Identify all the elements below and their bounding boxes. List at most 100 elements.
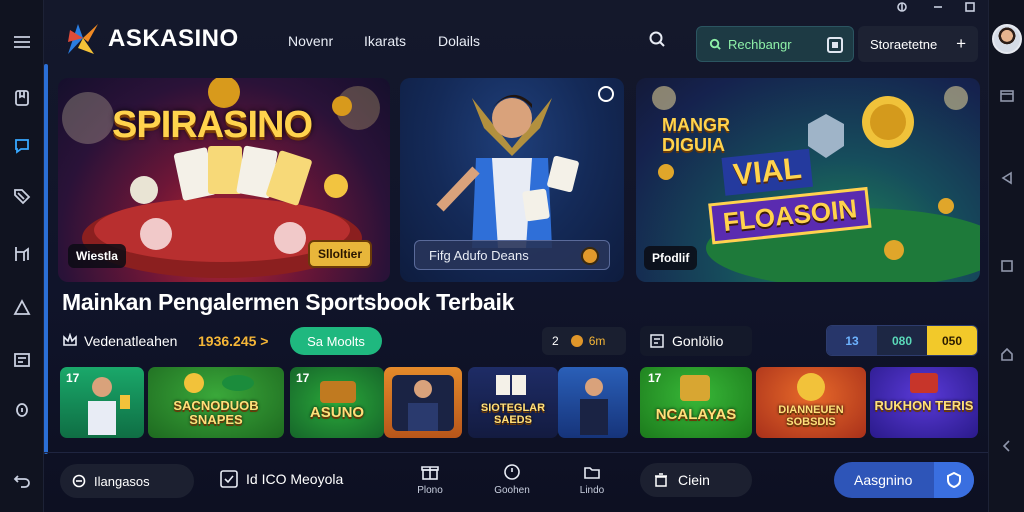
banner-vial[interactable]: MANGR DIGUIA VIAL FLOASOIN Pfodlif: [636, 78, 980, 282]
nav-item-novenr[interactable]: Novenr: [288, 33, 333, 49]
banner3-title-line2: FLOASOIN: [708, 186, 872, 245]
stop-icon[interactable]: [827, 37, 843, 53]
plus-icon[interactable]: +: [956, 34, 966, 54]
right-rail: [988, 0, 1024, 512]
nav-item-ikarats[interactable]: Ikarats: [364, 33, 406, 49]
bottom-nav-plono[interactable]: Plono: [400, 462, 460, 502]
bottom-nav-label: Lindo: [579, 485, 605, 496]
search-small-icon: [709, 38, 721, 50]
triangle-left-icon[interactable]: [997, 168, 1017, 188]
game-tile[interactable]: 17 ASUNO: [290, 367, 384, 438]
language-label: Ilangasos: [94, 473, 150, 489]
bookmark-icon[interactable]: [8, 84, 36, 112]
book-icon[interactable]: [8, 240, 36, 268]
minimize-icon[interactable]: [930, 0, 946, 14]
stat-arrow[interactable]: >: [260, 333, 268, 349]
banner3-tag[interactable]: Pfodlif: [644, 246, 698, 270]
odds-segments[interactable]: 13 080 050: [826, 325, 978, 356]
coin-icon: [570, 335, 583, 347]
game-tile[interactable]: 17 NCALAYAS: [640, 367, 752, 438]
banner3-title-line1: VIAL: [721, 148, 814, 196]
console-icon: [650, 334, 664, 348]
chevron-left-icon[interactable]: [997, 436, 1017, 456]
avatar[interactable]: [992, 24, 1022, 54]
folder-icon: [584, 467, 600, 479]
slot-tag[interactable]: Slloltier: [308, 240, 373, 268]
clear-label: Ciein: [678, 472, 710, 488]
banner3-subtitle: MANGR DIGUIA: [662, 115, 730, 155]
status-label: Storaetetne: [870, 36, 938, 52]
mini-right-value: 6m: [588, 334, 606, 348]
window-icon[interactable]: [997, 86, 1017, 106]
player-figure: [88, 377, 130, 435]
game-tile[interactable]: SIOTEGLAR SAEDS: [468, 367, 558, 438]
menu-icon[interactable]: [8, 28, 36, 56]
back-icon[interactable]: [8, 466, 36, 494]
game-tile[interactable]: 17: [60, 367, 144, 438]
bottom-nav-lindo[interactable]: Lindo: [562, 462, 622, 502]
stat-label: Vedenatleahen: [84, 333, 178, 349]
brand-logo[interactable]: ASKASINO: [64, 20, 239, 58]
clock-icon: [504, 464, 520, 480]
game-tile[interactable]: [384, 367, 462, 438]
stat-value: 1936.245 >: [198, 333, 268, 349]
tile-title: DIANNEUEN SOBSDIS: [778, 404, 844, 428]
language-button[interactable]: Ilangasos: [60, 464, 194, 498]
assign-button[interactable]: Aasgnino: [834, 462, 974, 498]
bottom-nav-label: Plono: [417, 485, 443, 496]
search-icon[interactable]: [648, 30, 670, 52]
green-action-button[interactable]: Sa Moolts: [290, 327, 382, 355]
bottom-nav-label: Goohen: [494, 485, 530, 496]
status-button[interactable]: Storaetetne +: [858, 26, 978, 62]
flower-icon[interactable]: [8, 396, 36, 424]
square-icon[interactable]: [997, 256, 1017, 276]
banner-spirasino[interactable]: SPIRASINO Wiestla Slloltier: [58, 78, 390, 282]
banner-player[interactable]: Fifg Adufo Deans: [400, 78, 624, 282]
settings-icon[interactable]: [894, 0, 910, 14]
info-icon[interactable]: [598, 86, 614, 102]
banner-tag[interactable]: Wiestla: [68, 244, 126, 268]
bottom-nav-goohen[interactable]: Goohen: [482, 462, 542, 502]
game-tile[interactable]: RUKHON TERIS: [870, 367, 978, 438]
page-title: Mainkan Pengalermen Sportsbook Terbaik: [62, 289, 515, 315]
refresh-label: Rechbangr: [728, 36, 792, 52]
nav-item-dolails[interactable]: Dolails: [438, 33, 480, 49]
chat-icon[interactable]: [8, 132, 36, 160]
checkbox-label: Id ICO Meoyola: [246, 471, 344, 487]
mini-left-value: 2: [552, 334, 559, 348]
left-rail: [0, 0, 44, 512]
checkbox-icon[interactable]: [220, 470, 238, 488]
refresh-button[interactable]: Rechbangr: [696, 26, 854, 62]
mini-counter[interactable]: 2 6m: [542, 327, 626, 355]
globe-icon: [72, 474, 86, 488]
player-figure: [392, 375, 454, 431]
stat-value-number: 1936.245: [198, 333, 257, 349]
clear-button[interactable]: Ciein: [640, 463, 752, 497]
segment-3[interactable]: 050: [927, 326, 977, 355]
segment-2[interactable]: 080: [877, 326, 927, 355]
shield-icon[interactable]: [934, 462, 974, 498]
crown-icon: [63, 333, 77, 346]
gift-icon: [421, 466, 439, 480]
maximize-icon[interactable]: [962, 0, 978, 14]
tag-icon[interactable]: [8, 182, 36, 210]
triangle-icon[interactable]: [8, 294, 36, 322]
checkbox-option[interactable]: Id ICO Meoyola: [220, 470, 343, 488]
player-figure: [580, 378, 608, 435]
tile-title: SIOTEGLAR SAEDS: [480, 402, 546, 426]
logo-icon: [68, 24, 98, 54]
game-tile[interactable]: [558, 367, 628, 438]
scroll-indicator[interactable]: [44, 64, 48, 454]
home-icon[interactable]: [997, 344, 1017, 364]
game-tile[interactable]: DIANNEUEN SOBSDIS: [756, 367, 866, 438]
brand-name: ASKASINO: [108, 25, 239, 52]
banner-search[interactable]: Fifg Adufo Deans: [414, 240, 610, 270]
tile-title: ASUNO: [309, 404, 365, 421]
image-icon[interactable]: [8, 346, 36, 374]
game-tile[interactable]: SACNODUOB SNAPES: [148, 367, 284, 438]
console-button[interactable]: Gonlölio: [640, 326, 752, 356]
segment-1[interactable]: 13: [827, 326, 877, 355]
record-icon[interactable]: [581, 247, 599, 265]
tile-art: [680, 375, 710, 401]
tile-title: NCALAYAS: [655, 406, 737, 423]
